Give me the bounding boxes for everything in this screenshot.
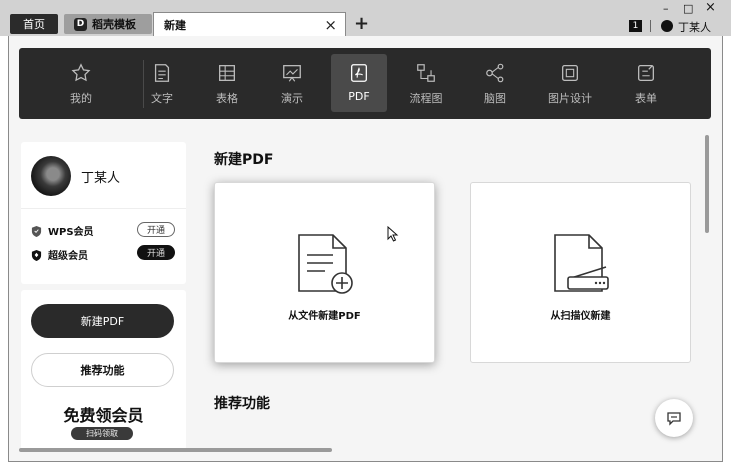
scanner-icon [554,234,609,292]
table-icon [219,65,235,81]
user-avatar-icon[interactable] [661,20,673,32]
category-pdf[interactable]: PDF [331,54,387,112]
wps-vip-label: WPS会员 [48,227,94,238]
form-icon [638,65,654,81]
new-from-scanner-label: 从扫描仪新建 [550,311,611,322]
tab-close-icon[interactable]: × [324,16,337,34]
category-mine[interactable]: 我的 [53,54,109,112]
flowchart-icon [417,64,435,82]
new-from-file-label: 从文件新建PDF [288,311,361,322]
profile-card: 丁某人 WPS会员 开通 超级会员 开通 [21,142,186,284]
star-icon [71,63,91,82]
tab-new[interactable]: 新建 × [153,12,346,36]
category-image-design[interactable]: 图片设计 [542,54,598,112]
category-presentation[interactable]: 演示 [264,54,320,112]
close-window-icon[interactable]: × [705,0,716,15]
tab-home-label: 首页 [23,18,45,31]
category-label: 表格 [216,92,238,105]
horizontal-scrollbar[interactable] [19,448,332,452]
tab-new-label: 新建 [164,18,186,32]
open-wps-vip-button[interactable]: 开通 [137,222,175,237]
category-label: 文字 [151,92,173,105]
category-bar: 我的 文字 表格 演示 PDF 流程图 脑图 图片设计 表单 [19,48,711,119]
presentation-icon [283,65,301,82]
title-bar: 首页 D 稻壳模板 新建 × + – □ × 1 丁某人 [0,0,731,36]
category-label: 我的 [70,92,92,105]
notification-badge[interactable]: 1 [629,20,642,32]
recommend-features-button[interactable]: 推荐功能 [31,353,174,387]
diamond-icon [31,249,42,261]
file-add-icon [298,234,353,294]
category-label: PDF [348,90,370,103]
add-tab-icon[interactable]: + [354,13,369,34]
image-design-icon [562,65,578,81]
mindmap-icon [486,63,504,83]
super-vip-label: 超级会员 [48,251,88,262]
mouse-cursor-icon [387,226,399,242]
promo-title: 免费领会员 [63,406,144,425]
daoke-logo-icon: D [74,17,87,31]
minimize-icon[interactable]: – [663,2,669,15]
divider [21,208,186,209]
tab-template[interactable]: D 稻壳模板 [64,14,152,34]
category-label: 演示 [281,92,303,105]
pdf-icon [351,64,367,82]
profile-name[interactable]: 丁某人 [81,167,120,186]
shield-icon [31,225,42,237]
action-card: 新建PDF 推荐功能 免费领会员 扫码领取 [21,290,186,450]
divider [650,20,651,32]
category-sheet[interactable]: 表格 [199,54,255,112]
maximize-icon[interactable]: □ [683,2,693,15]
new-pdf-button[interactable]: 新建PDF [31,304,174,338]
vertical-scrollbar[interactable] [705,135,709,233]
tab-home[interactable]: 首页 [10,14,58,34]
category-flowchart[interactable]: 流程图 [398,54,454,112]
document-icon [154,64,170,82]
category-label: 脑图 [484,92,506,105]
category-form[interactable]: 表单 [618,54,674,112]
super-vip-row: 超级会员 [31,247,88,262]
category-label: 图片设计 [548,92,592,105]
category-label: 流程图 [409,92,443,105]
scan-qr-claim-button[interactable]: 扫码领取 [71,427,133,440]
category-writer[interactable]: 文字 [134,54,190,112]
user-name[interactable]: 丁某人 [678,19,711,35]
chat-feedback-button[interactable] [655,399,693,437]
new-from-scanner-card[interactable]: 从扫描仪新建 [470,182,691,363]
section-title-recommend: 推荐功能 [214,396,270,412]
chat-icon [667,412,681,426]
avatar[interactable] [31,156,71,196]
page-title: 新建PDF [214,152,274,168]
new-from-file-card[interactable]: 从文件新建PDF [214,182,435,363]
category-label: 表单 [635,92,657,105]
wps-vip-row: WPS会员 [31,223,94,238]
tab-template-label: 稻壳模板 [92,18,136,31]
open-super-vip-button[interactable]: 开通 [137,245,175,260]
category-mindmap[interactable]: 脑图 [467,54,523,112]
